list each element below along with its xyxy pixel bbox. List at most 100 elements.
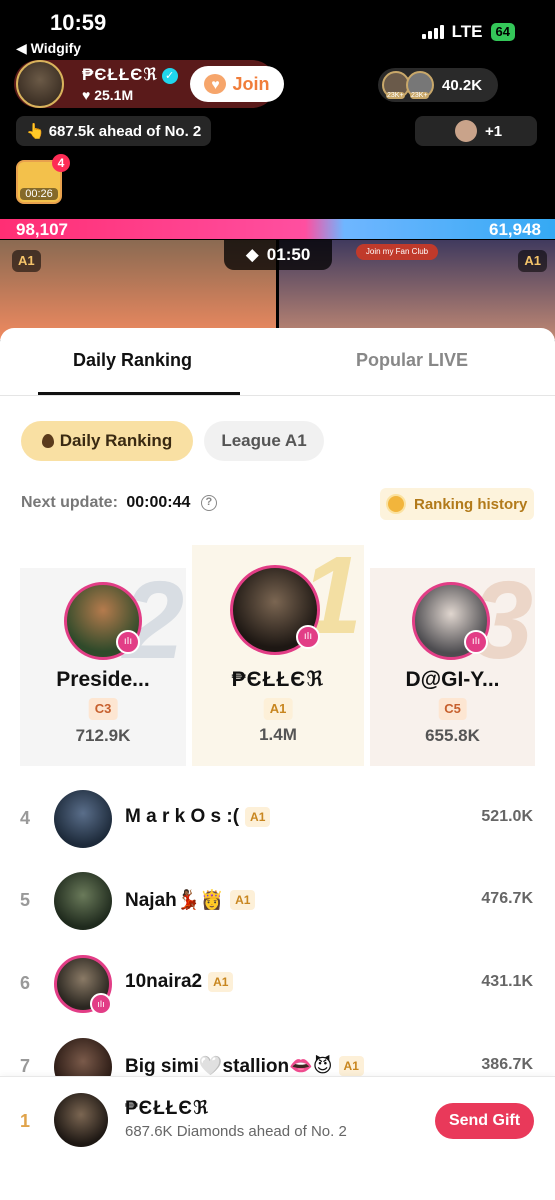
pk-timer-value: 01:50 <box>266 245 311 264</box>
row-name-wrap: Najah💃🏾👸 A1 <box>125 888 256 912</box>
row-score: 476.7K <box>481 890 533 907</box>
row-name: Najah💃🏾👸 <box>125 890 225 911</box>
podium-score: 712.9K <box>75 726 131 745</box>
join-button[interactable]: ♥ Join <box>190 66 284 102</box>
fan-club-button[interactable]: Join my Fan Club <box>356 244 438 260</box>
row-name-wrap: M a r k O s :(A1 <box>125 806 271 828</box>
network-label: LTE <box>451 22 483 41</box>
row-name: Big simi🤍stallion👄😈 <box>125 1056 333 1077</box>
row-rank: 6 <box>20 973 31 993</box>
pk-left-tier: A1 <box>12 250 41 272</box>
podium-rank-3[interactable]: 3 ıIı D@GI-Y... C5 655.8K <box>370 566 535 766</box>
row-rank: 5 <box>20 890 31 910</box>
row-name: M a r k O s :( <box>125 806 240 827</box>
battery-icon: 64 <box>490 23 515 41</box>
live-icon: ıIı <box>90 993 112 1015</box>
join-label: Join <box>232 73 270 94</box>
status-indicators: LTE 64 <box>421 22 515 42</box>
avatar[interactable] <box>54 872 112 930</box>
pk-score-bar <box>0 219 555 239</box>
row-score: 386.7K <box>481 1056 533 1073</box>
help-icon[interactable]: ? <box>200 494 217 511</box>
filter-league[interactable]: League A1 <box>204 421 324 461</box>
next-update-label: Next update: <box>21 494 118 511</box>
ranking-sheet: Daily Ranking Popular LIVE Daily Ranking… <box>0 328 555 1200</box>
podium-rank-1[interactable]: 1 ıIı ₱ЄŁŁЄℜ A1 1.4M <box>192 541 364 766</box>
viewer-badge: 23K+ <box>386 92 405 99</box>
guest-count: +1 <box>485 122 503 140</box>
signal-icon <box>421 25 444 39</box>
treasure-box-icon[interactable]: 4 00:26 <box>16 154 70 204</box>
tier-badge: A1 <box>338 1056 364 1076</box>
pk-timer: ◆ 01:50 <box>224 240 332 270</box>
tier-badge: C5 <box>438 698 467 720</box>
send-gift-button[interactable]: Send Gift <box>435 1103 534 1139</box>
row-rank: 7 <box>20 1056 31 1076</box>
verified-icon: ✓ <box>162 67 179 84</box>
fire-icon: 👆 <box>26 123 45 140</box>
podium-name: Preside... <box>56 668 150 691</box>
host-avatar[interactable] <box>16 60 64 108</box>
host-likes: ♥ 25.1M <box>82 87 134 103</box>
next-update: Next update: 00:00:44 ? <box>21 494 217 512</box>
row-score: 431.1K <box>481 973 533 990</box>
ahead-text: 687.5k ahead of No. 2 <box>48 122 202 140</box>
chip-daily-label: Daily Ranking <box>59 431 173 450</box>
ranking-history-label: Ranking history <box>414 495 528 513</box>
treasure-timer: 00:26 <box>20 188 58 200</box>
tier-badge: A1 <box>263 698 293 720</box>
list-item[interactable]: 4 M a r k O s :(A1 521.0K <box>0 784 555 854</box>
list-item[interactable]: 6 ıIı 10naira2 A1 431.1K <box>0 949 555 1019</box>
tab-underline <box>38 392 240 395</box>
pk-icon: ◆ <box>245 245 259 264</box>
my-rank-bar: 1 ₱ЄŁŁЄℜ 687.6K Diamonds ahead of No. 2 … <box>0 1076 555 1200</box>
host-name-wrap: ₱ЄŁŁЄℜ ✓ <box>82 65 179 85</box>
host-name: ₱ЄŁŁЄℜ <box>82 65 159 84</box>
tab-popular-live[interactable]: Popular LIVE <box>356 350 468 371</box>
live-icon: ıIı <box>464 630 488 654</box>
guest-pill[interactable]: +1 <box>415 116 537 146</box>
status-time: 10:59 <box>50 10 107 35</box>
live-icon: ıIı <box>116 630 140 654</box>
guest-avatar <box>455 120 477 142</box>
podium-name: D@GI-Y... <box>405 668 500 691</box>
my-rank: 1 <box>20 1111 31 1131</box>
host-likes-value: 25.1M <box>94 87 134 103</box>
heart-plus-icon: ♥ <box>204 74 227 94</box>
tier-badge: A1 <box>208 972 234 992</box>
next-update-value: 00:00:44 <box>126 494 191 511</box>
row-score: 521.0K <box>481 808 533 825</box>
podium-score: 1.4M <box>259 725 297 744</box>
list-item[interactable]: 5 Najah💃🏾👸 A1 476.7K <box>0 866 555 936</box>
avatar[interactable] <box>54 790 112 848</box>
podium-name: ₱ЄŁŁЄℜ <box>231 668 325 691</box>
viewer-summary[interactable]: 23K+ 23K+ 40.2K <box>378 68 498 102</box>
row-name: 10naira2 <box>125 971 203 992</box>
row-rank: 4 <box>20 808 31 828</box>
tier-badge: C3 <box>88 698 118 720</box>
tier-badge: A1 <box>245 807 271 827</box>
live-icon: ıIı <box>296 625 320 649</box>
pk-right-score: 61,948 <box>489 220 541 239</box>
avatar[interactable] <box>54 1093 108 1147</box>
viewer-badge: 23K+ <box>410 92 429 99</box>
row-name-wrap: Big simi🤍stallion👄😈 A1 <box>125 1054 364 1078</box>
live-stream-area: 10:59 ◀ Widgify LTE 64 ₱ЄŁŁЄℜ ✓ ♥ 25.1M ♥… <box>0 0 555 340</box>
filter-daily-ranking[interactable]: Daily Ranking <box>21 421 193 461</box>
row-name-wrap: 10naira2 A1 <box>125 971 234 993</box>
pk-left-score: 98,107 <box>16 220 68 239</box>
tier-badge: A1 <box>230 890 256 910</box>
ranking-tabs: Daily Ranking Popular LIVE <box>0 328 555 396</box>
podium-rank-2[interactable]: 2 ıIı Preside... C3 712.9K <box>20 566 186 766</box>
top-viewer-avatar[interactable]: 23K+ <box>406 71 434 99</box>
drop-icon <box>41 434 54 448</box>
tab-daily-ranking[interactable]: Daily Ranking <box>73 350 192 371</box>
my-name: ₱ЄŁŁЄℜ <box>125 1098 210 1119</box>
podium-score: 655.8K <box>425 726 480 745</box>
back-to-app-link[interactable]: ◀ Widgify <box>16 40 81 57</box>
host-card[interactable]: ₱ЄŁŁЄℜ ✓ ♥ 25.1M ♥ Join <box>14 60 284 108</box>
treasure-count-badge: 4 <box>52 154 70 172</box>
ahead-pill[interactable]: 👆 687.5k ahead of No. 2 <box>16 116 212 146</box>
ranking-history-button[interactable]: Ranking history <box>380 488 534 520</box>
medal-icon <box>386 494 406 514</box>
